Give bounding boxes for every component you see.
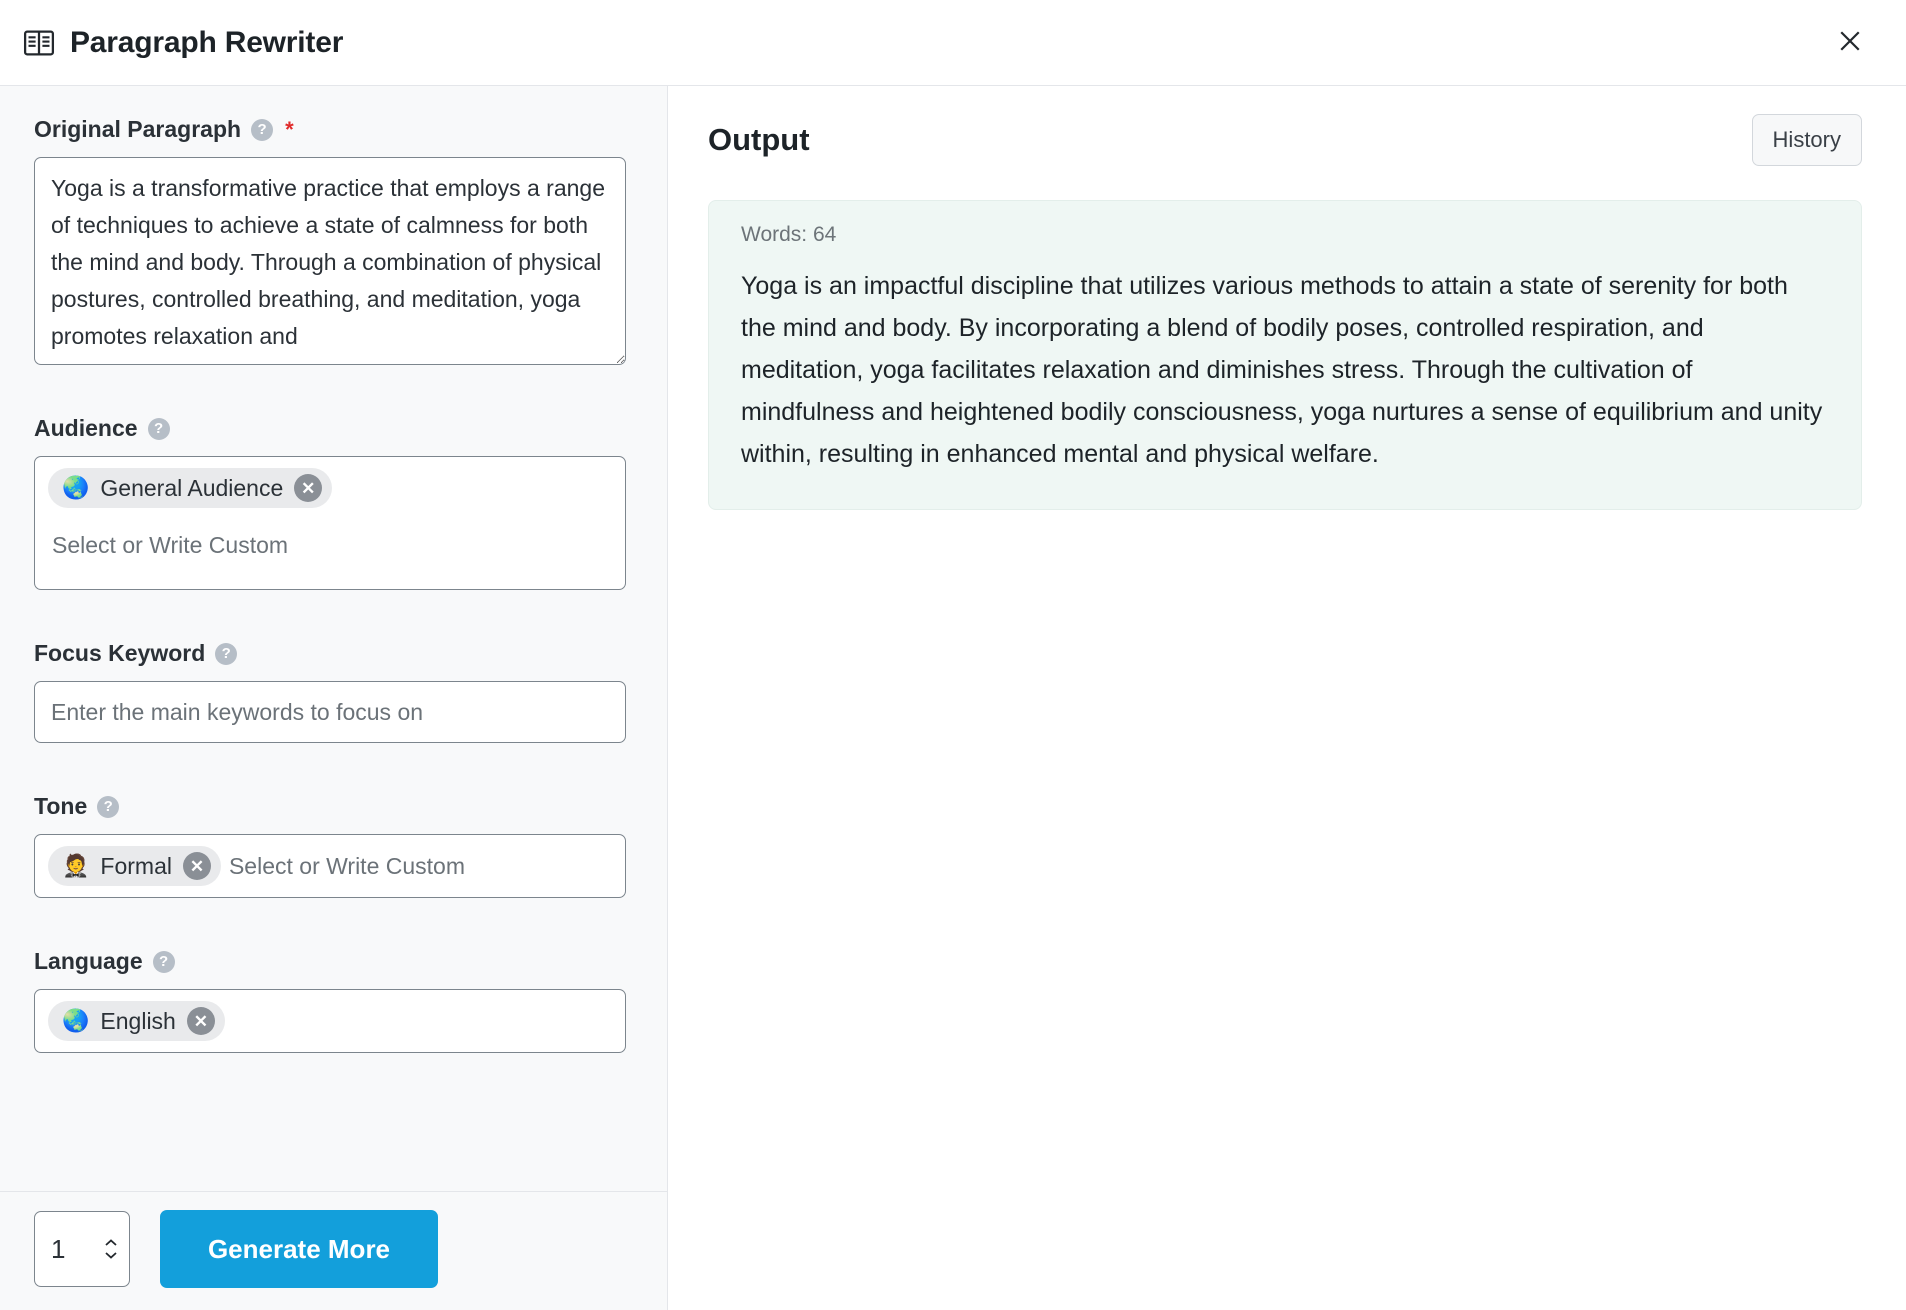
field-tone: Tone ? 🤵 Formal ✕ Select or Write Custom bbox=[34, 793, 629, 898]
field-original-paragraph: Original Paragraph ? * bbox=[34, 116, 629, 365]
open-book-icon bbox=[22, 26, 56, 60]
audience-chip-label: General Audience bbox=[100, 474, 284, 501]
help-icon[interactable]: ? bbox=[147, 417, 170, 440]
header-left-group: Paragraph Rewriter bbox=[22, 26, 343, 60]
field-language: Language ? 🌏 English ✕ bbox=[34, 948, 629, 1053]
tone-chip-label: Formal bbox=[100, 852, 172, 879]
output-result-text: Yoga is an impactful discipline that uti… bbox=[741, 272, 1823, 468]
audience-chip-row: 🌏 General Audience ✕ bbox=[48, 468, 612, 508]
help-icon[interactable]: ? bbox=[152, 950, 175, 973]
tone-placeholder: Select or Write Custom bbox=[228, 852, 465, 879]
output-header: Output History bbox=[708, 114, 1862, 166]
audience-input-line[interactable]: Select or Write Custom bbox=[48, 516, 612, 565]
remove-chip-icon[interactable]: ✕ bbox=[182, 852, 211, 880]
help-icon[interactable]: ? bbox=[97, 795, 120, 818]
output-panel: Output History Words: 64 Yoga is an impa… bbox=[668, 86, 1906, 1310]
generation-count-value: 1 bbox=[51, 1233, 66, 1264]
audience-label-row: Audience ? bbox=[34, 415, 629, 442]
modal-body: Original Paragraph ? * Audience ? bbox=[0, 86, 1906, 1310]
generate-more-button[interactable]: Generate More bbox=[160, 1210, 438, 1288]
remove-chip-icon[interactable]: ✕ bbox=[186, 1007, 215, 1035]
chevron-up-icon bbox=[105, 1239, 117, 1246]
tone-select[interactable]: 🤵 Formal ✕ Select or Write Custom bbox=[34, 834, 626, 898]
modal-header: Paragraph Rewriter bbox=[0, 0, 1906, 86]
focus-keyword-label: Focus Keyword bbox=[34, 640, 206, 666]
paragraph-rewriter-modal: Paragraph Rewriter Original Paragraph ? bbox=[0, 0, 1906, 1310]
word-count-label: Words: 64 bbox=[741, 223, 837, 246]
close-icon bbox=[1835, 26, 1865, 59]
original-paragraph-textarea[interactable] bbox=[34, 157, 626, 365]
person-in-tuxedo-icon: 🤵 bbox=[62, 853, 90, 878]
help-icon[interactable]: ? bbox=[251, 118, 274, 141]
language-label-row: Language ? bbox=[34, 948, 629, 975]
tone-chip[interactable]: 🤵 Formal ✕ bbox=[48, 846, 221, 886]
audience-label: Audience bbox=[34, 415, 138, 441]
audience-select[interactable]: 🌏 General Audience ✕ Select or Write Cus… bbox=[34, 456, 626, 590]
chevron-down-icon bbox=[105, 1252, 117, 1259]
original-paragraph-label-row: Original Paragraph ? * bbox=[34, 116, 629, 143]
field-focus-keyword: Focus Keyword ? bbox=[34, 640, 629, 743]
globe-icon: 🌏 bbox=[62, 1008, 90, 1033]
language-chip-label: English bbox=[100, 1007, 176, 1034]
original-paragraph-label: Original Paragraph bbox=[34, 116, 242, 142]
stepper-arrows[interactable] bbox=[103, 1238, 119, 1260]
generation-count-stepper[interactable]: 1 bbox=[34, 1211, 130, 1287]
settings-panel: Original Paragraph ? * Audience ? bbox=[0, 86, 668, 1310]
focus-keyword-label-row: Focus Keyword ? bbox=[34, 640, 629, 667]
required-asterisk: * bbox=[285, 116, 294, 142]
audience-chip[interactable]: 🌏 General Audience ✕ bbox=[48, 468, 333, 508]
settings-scroll-area: Original Paragraph ? * Audience ? bbox=[0, 86, 667, 1191]
remove-chip-icon[interactable]: ✕ bbox=[294, 474, 323, 502]
language-chip[interactable]: 🌏 English ✕ bbox=[48, 1001, 225, 1041]
help-icon[interactable]: ? bbox=[215, 642, 238, 665]
output-result-card[interactable]: Words: 64 Yoga is an impactful disciplin… bbox=[708, 200, 1862, 510]
page-title: Paragraph Rewriter bbox=[70, 25, 344, 59]
field-audience: Audience ? 🌏 General Audience ✕ Select o… bbox=[34, 415, 629, 590]
close-button[interactable] bbox=[1828, 21, 1872, 65]
tone-label: Tone bbox=[34, 793, 88, 819]
globe-icon: 🌏 bbox=[62, 475, 90, 500]
language-select[interactable]: 🌏 English ✕ bbox=[34, 989, 626, 1053]
audience-placeholder: Select or Write Custom bbox=[52, 532, 289, 558]
history-button[interactable]: History bbox=[1751, 114, 1862, 166]
settings-footer: 1 Generate More bbox=[0, 1191, 667, 1310]
language-label: Language bbox=[34, 948, 143, 974]
output-title: Output bbox=[708, 122, 810, 157]
tone-label-row: Tone ? bbox=[34, 793, 629, 820]
focus-keyword-input[interactable] bbox=[34, 681, 626, 743]
